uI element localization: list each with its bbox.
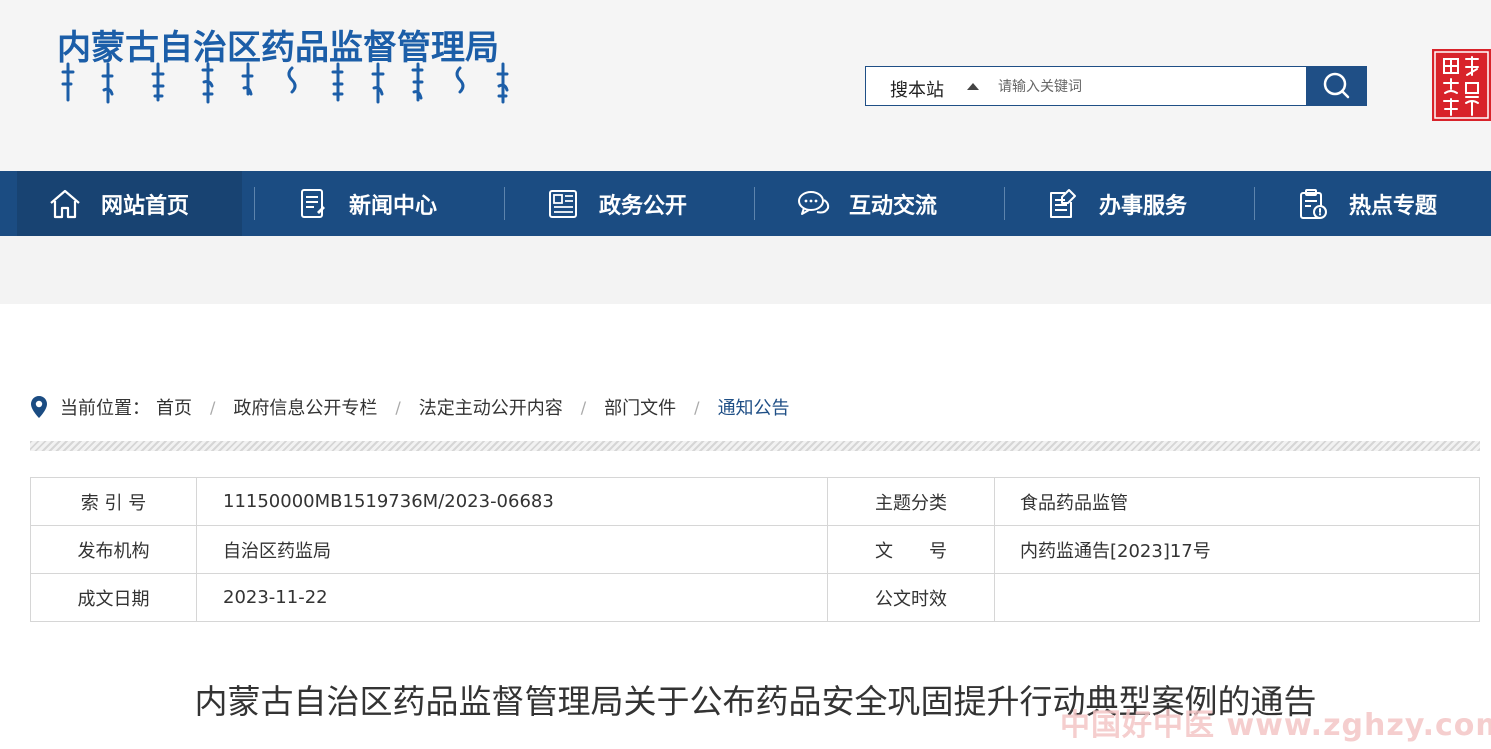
search-button[interactable] bbox=[1306, 66, 1367, 106]
meta-label: 成文日期 bbox=[30, 573, 197, 622]
meta-label: 公文时效 bbox=[827, 573, 995, 622]
nav-item-label: 热点专题 bbox=[1349, 193, 1438, 219]
decorative-stripe-divider bbox=[30, 441, 1480, 451]
nav-item-service[interactable]: 办事服务 bbox=[1045, 171, 1187, 236]
breadcrumb-prefix: 当前位置： bbox=[60, 398, 150, 419]
search-icon bbox=[1323, 72, 1350, 99]
meta-label: 文 号 bbox=[827, 525, 995, 574]
news-icon bbox=[301, 188, 325, 218]
nav-divider bbox=[254, 187, 255, 220]
breadcrumb-separator: / bbox=[210, 397, 216, 417]
breadcrumb-separator: / bbox=[395, 397, 401, 417]
location-pin-icon bbox=[31, 396, 47, 418]
nav-item-gov-affairs[interactable]: 政务公开 bbox=[545, 171, 687, 236]
nav-item-interaction[interactable]: 互动交流 bbox=[795, 171, 937, 236]
hot-topic-icon bbox=[1300, 188, 1327, 219]
meta-value: 食品药品监管 bbox=[994, 477, 1480, 526]
nav-item-news[interactable]: 新闻中心 bbox=[295, 171, 437, 236]
nav-item-home[interactable]: 网站首页 bbox=[17, 171, 242, 236]
document-metadata-table: 索 引 号 11150000MB1519736M/2023-06683 主题分类… bbox=[30, 477, 1480, 622]
banner-band bbox=[0, 236, 1491, 304]
nav-item-label: 互动交流 bbox=[849, 193, 938, 219]
meta-value: 11150000MB1519736M/2023-06683 bbox=[196, 477, 828, 526]
breadcrumb-separator: / bbox=[694, 397, 700, 417]
nav-divider bbox=[754, 187, 755, 220]
breadcrumb-item-dept-files[interactable]: 部门文件 bbox=[604, 394, 676, 420]
mongolian-script-logo bbox=[61, 62, 509, 104]
table-row: 索 引 号 11150000MB1519736M/2023-06683 主题分类… bbox=[30, 477, 1480, 526]
nav-divider bbox=[504, 187, 505, 220]
service-icon bbox=[1050, 188, 1076, 218]
meta-value: 内药监通告[2023]17号 bbox=[994, 525, 1480, 574]
home-icon bbox=[50, 189, 80, 218]
table-row: 发布机构 自治区药监局 文 号 内药监通告[2023]17号 bbox=[30, 525, 1480, 574]
table-row: 成文日期 2023-11-22 公文时效 bbox=[30, 573, 1480, 622]
meta-value: 自治区药监局 bbox=[196, 525, 828, 574]
breadcrumb-item-notices[interactable]: 通知公告 bbox=[718, 394, 790, 420]
nav-divider bbox=[1254, 187, 1255, 220]
nav-divider bbox=[1004, 187, 1005, 220]
nav-item-label: 网站首页 bbox=[101, 193, 190, 219]
nav-item-label: 政务公开 bbox=[599, 193, 688, 219]
breadcrumb: 当前位置： 首页 / 政府信息公开专栏 / 法定主动公开内容 / 部门文件 / … bbox=[30, 393, 790, 421]
site-header: 内蒙古自治区药品监督管理局 搜本站 bbox=[0, 0, 1491, 171]
seal-emblem-icon[interactable] bbox=[1432, 49, 1491, 121]
breadcrumb-item-gov-info[interactable]: 政府信息公开专栏 bbox=[233, 394, 377, 420]
search-scope-label[interactable]: 搜本站 bbox=[890, 76, 944, 102]
caret-up-icon[interactable] bbox=[967, 83, 979, 90]
meta-label: 发布机构 bbox=[30, 525, 197, 574]
chat-icon bbox=[798, 190, 830, 215]
meta-value bbox=[994, 573, 1480, 622]
nav-item-hot-topics[interactable]: 热点专题 bbox=[1295, 171, 1437, 236]
breadcrumb-separator: / bbox=[580, 397, 587, 417]
meta-label: 主题分类 bbox=[827, 477, 995, 526]
meta-value: 2023-11-22 bbox=[196, 573, 828, 622]
nav-item-label: 新闻中心 bbox=[349, 193, 438, 219]
watermark-text: 中国好中医 www.zghzy.com bbox=[1060, 708, 1491, 743]
breadcrumb-item-statutory[interactable]: 法定主动公开内容 bbox=[419, 394, 563, 420]
meta-label: 索 引 号 bbox=[30, 477, 197, 526]
nav-item-label: 办事服务 bbox=[1099, 193, 1188, 219]
main-nav: 网站首页 新闻中心 政务公开 互动交流 办事服务 热点专题 bbox=[0, 171, 1491, 236]
site-search: 搜本站 bbox=[865, 66, 1367, 106]
search-input[interactable] bbox=[996, 73, 1300, 101]
breadcrumb-item-home[interactable]: 首页 bbox=[156, 394, 192, 420]
gov-affairs-icon bbox=[549, 189, 577, 218]
